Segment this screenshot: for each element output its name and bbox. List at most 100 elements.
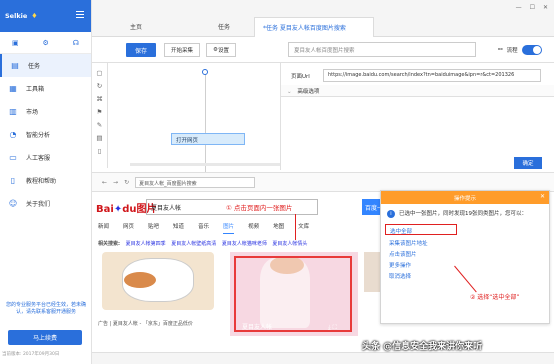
refresh-icon[interactable]: ↻ (124, 179, 129, 186)
cat-spot (124, 272, 156, 288)
baidu-logo-a: Bai (96, 204, 114, 215)
select-all-option[interactable]: 选中全部 (385, 224, 457, 235)
tips-message: i 已选中一张图片，同时发现19张同类图片，您可以： (381, 204, 549, 222)
image-caption: 夏目友人帐 (242, 324, 273, 331)
about-icon: ☺ (8, 198, 18, 208)
sidebar-item-service[interactable]: ▭ 人工客服 (0, 146, 91, 169)
confirm-button[interactable]: 确定 (514, 157, 542, 169)
flow-label: 流程 (506, 48, 518, 54)
baidu-logo-b: du (122, 204, 137, 215)
click-image-option[interactable]: 点击该图片 (381, 248, 549, 259)
sidebar-item-label: 教程和帮助 (26, 178, 57, 185)
mouse-tool-icon[interactable]: ⌘ (96, 95, 103, 103)
baidu-tab-images[interactable]: 图片 (223, 222, 235, 234)
related-label: 相关搜索: (98, 241, 120, 247)
select-tool-icon[interactable]: ▢ (96, 69, 102, 77)
collect-url-option[interactable]: 采集该图片地址 (381, 237, 549, 248)
vip-diamond-icon: ♦ (31, 12, 38, 20)
flow-toggle[interactable] (521, 45, 542, 55)
status-bar (92, 352, 554, 364)
tips-dialog: 操作提示 ✕ i 已选中一张图片，同时发现19张同类图片，您可以： 选中全部 采… (380, 190, 550, 324)
related-link[interactable]: 夏目友人帐第四季 (126, 241, 166, 247)
layers-tool-icon[interactable]: ▤ (96, 134, 102, 142)
market-icon: ▥ (9, 106, 17, 116)
sidebar-item-analysis[interactable]: ◔ 智能分析 (0, 123, 91, 146)
settings-button[interactable]: ⚙ 设置 (206, 43, 236, 57)
ad-line[interactable]: 广告 | 夏目友人帐 - 「京东」百度正品低价 (98, 320, 193, 327)
tips-message-text: 已选中一张图片，同时发现19张同类图片，您可以： (399, 211, 528, 217)
toolbox-icon: ▦ (9, 83, 17, 93)
window-controls: — ☐ ✕ (516, 4, 548, 11)
flow-toggle-wrap: ⚯ 流程 (498, 45, 542, 55)
sidebar-item-label: 工具箱 (26, 86, 45, 93)
canvas-scrollbar[interactable] (130, 163, 280, 166)
tab-tasks[interactable]: 任务 (218, 22, 230, 31)
branch-tool-icon[interactable]: ⚑ (97, 108, 103, 116)
advanced-label: 高级选项 (297, 89, 320, 95)
edit-tool-icon[interactable]: ✎ (97, 121, 102, 129)
settings-label: 设置 (217, 48, 229, 54)
task-name-input[interactable]: 夏目友人帐百度图片搜索 (288, 42, 476, 57)
baidu-tab[interactable]: 网页 (123, 222, 134, 234)
sidebar-header: Selkie ♦ (0, 0, 91, 32)
close-icon[interactable]: ✕ (540, 193, 545, 200)
fullscreen-icon[interactable]: ⛶ (333, 324, 337, 331)
promo-text: 您的专业服务平台已经生效，若未确认，请先联系客服开通服务 (5, 302, 86, 315)
baidu-tab[interactable]: 视频 (248, 222, 259, 234)
download-icon[interactable]: ⤓ (328, 324, 331, 331)
renew-button[interactable]: 马上续费 (8, 330, 82, 345)
headset-icon[interactable]: ☊ (73, 39, 79, 47)
related-link[interactable]: 夏目友人帐情头 (272, 241, 307, 247)
sidebar-item-about[interactable]: ☺ 关于我们 (0, 192, 91, 215)
baidu-tab[interactable]: 地图 (273, 222, 284, 234)
flow-node-open-page[interactable]: 打开网页 (171, 133, 245, 145)
app-logo: Selkie (5, 12, 28, 20)
analysis-icon: ◔ (9, 129, 17, 139)
advanced-options[interactable]: ⌄ 高级选项 (281, 85, 554, 97)
baidu-tab[interactable]: 知道 (173, 222, 184, 234)
address-bar[interactable]: 夏目友人帐_百度图片搜索 (135, 176, 256, 188)
baidu-tab[interactable]: 音乐 (198, 222, 209, 234)
sidebar-item-toolbox[interactable]: ▦ 工具箱 (0, 77, 91, 100)
gear-icon[interactable]: ⚙ (43, 39, 49, 47)
sidebar-item-help[interactable]: ▯ 教程和帮助 (0, 169, 91, 192)
tab-home[interactable]: 主页 (130, 22, 142, 31)
back-icon[interactable]: ← (102, 179, 107, 186)
related-link[interactable]: 夏目友人帐猫咪老师 (222, 241, 267, 247)
baidu-tab[interactable]: 文库 (298, 222, 309, 234)
task-icon: ▤ (11, 60, 19, 70)
menu-icon[interactable] (76, 11, 84, 18)
main-area: 主页 任务 *任务 夏目友人帐百度图片搜索 — ☐ ✕ 保存 开始采集 ⚙ 设置… (92, 0, 554, 364)
maximize-icon[interactable]: ☐ (530, 4, 535, 11)
loop-tool-icon[interactable]: ↻ (97, 82, 102, 90)
flow-canvas[interactable]: 打开网页 (108, 63, 280, 173)
sidebar-item-market[interactable]: ▥ 市场 (0, 100, 91, 123)
tips-header: 操作提示 ✕ (381, 191, 549, 204)
related-link[interactable]: 夏目友人帐壁纸高清 (171, 241, 216, 247)
url-input[interactable]: https://image.baidu.com/search/index?tn=… (323, 69, 541, 82)
sidebar: Selkie ♦ ▣ ⚙ ☊ ▤ 任务 ▦ 工具箱 ▥ 市场 ◔ 智能分析 ▭ … (0, 0, 92, 364)
forward-icon[interactable]: → (113, 179, 118, 186)
cat-image[interactable] (102, 252, 214, 310)
minimize-icon[interactable]: — (516, 4, 522, 11)
close-icon[interactable]: ✕ (543, 4, 548, 11)
account-icon[interactable]: ▣ (12, 39, 19, 47)
paw-icon: ✦ (113, 204, 123, 215)
selection-highlight (234, 256, 352, 332)
properties-panel: 页面Url https://image.baidu.com/search/ind… (280, 63, 554, 170)
tab-current-task[interactable]: *任务 夏目友人帐百度图片搜索 (254, 17, 374, 37)
sidebar-item-label: 任务 (28, 63, 41, 70)
baidu-tab[interactable]: 贴吧 (148, 222, 159, 234)
sidebar-item-task[interactable]: ▤ 任务 (0, 54, 91, 77)
save-button[interactable]: 保存 (126, 43, 156, 57)
sidebar-item-label: 市场 (26, 109, 39, 116)
start-collect-button[interactable]: 开始采集 (164, 43, 200, 57)
flow-start-node[interactable] (202, 69, 208, 75)
baidu-tab[interactable]: 新闻 (98, 222, 109, 234)
watermark: 头条 @信息安全我来讲你来听 (362, 342, 483, 352)
chevron-down-icon: ⌄ (287, 89, 292, 95)
more-actions-option[interactable]: 更多操作 (381, 259, 549, 270)
tips-title: 操作提示 (453, 195, 476, 202)
url-label: 页面Url (291, 74, 310, 80)
doc-tool-icon[interactable]: ▯ (98, 147, 102, 155)
